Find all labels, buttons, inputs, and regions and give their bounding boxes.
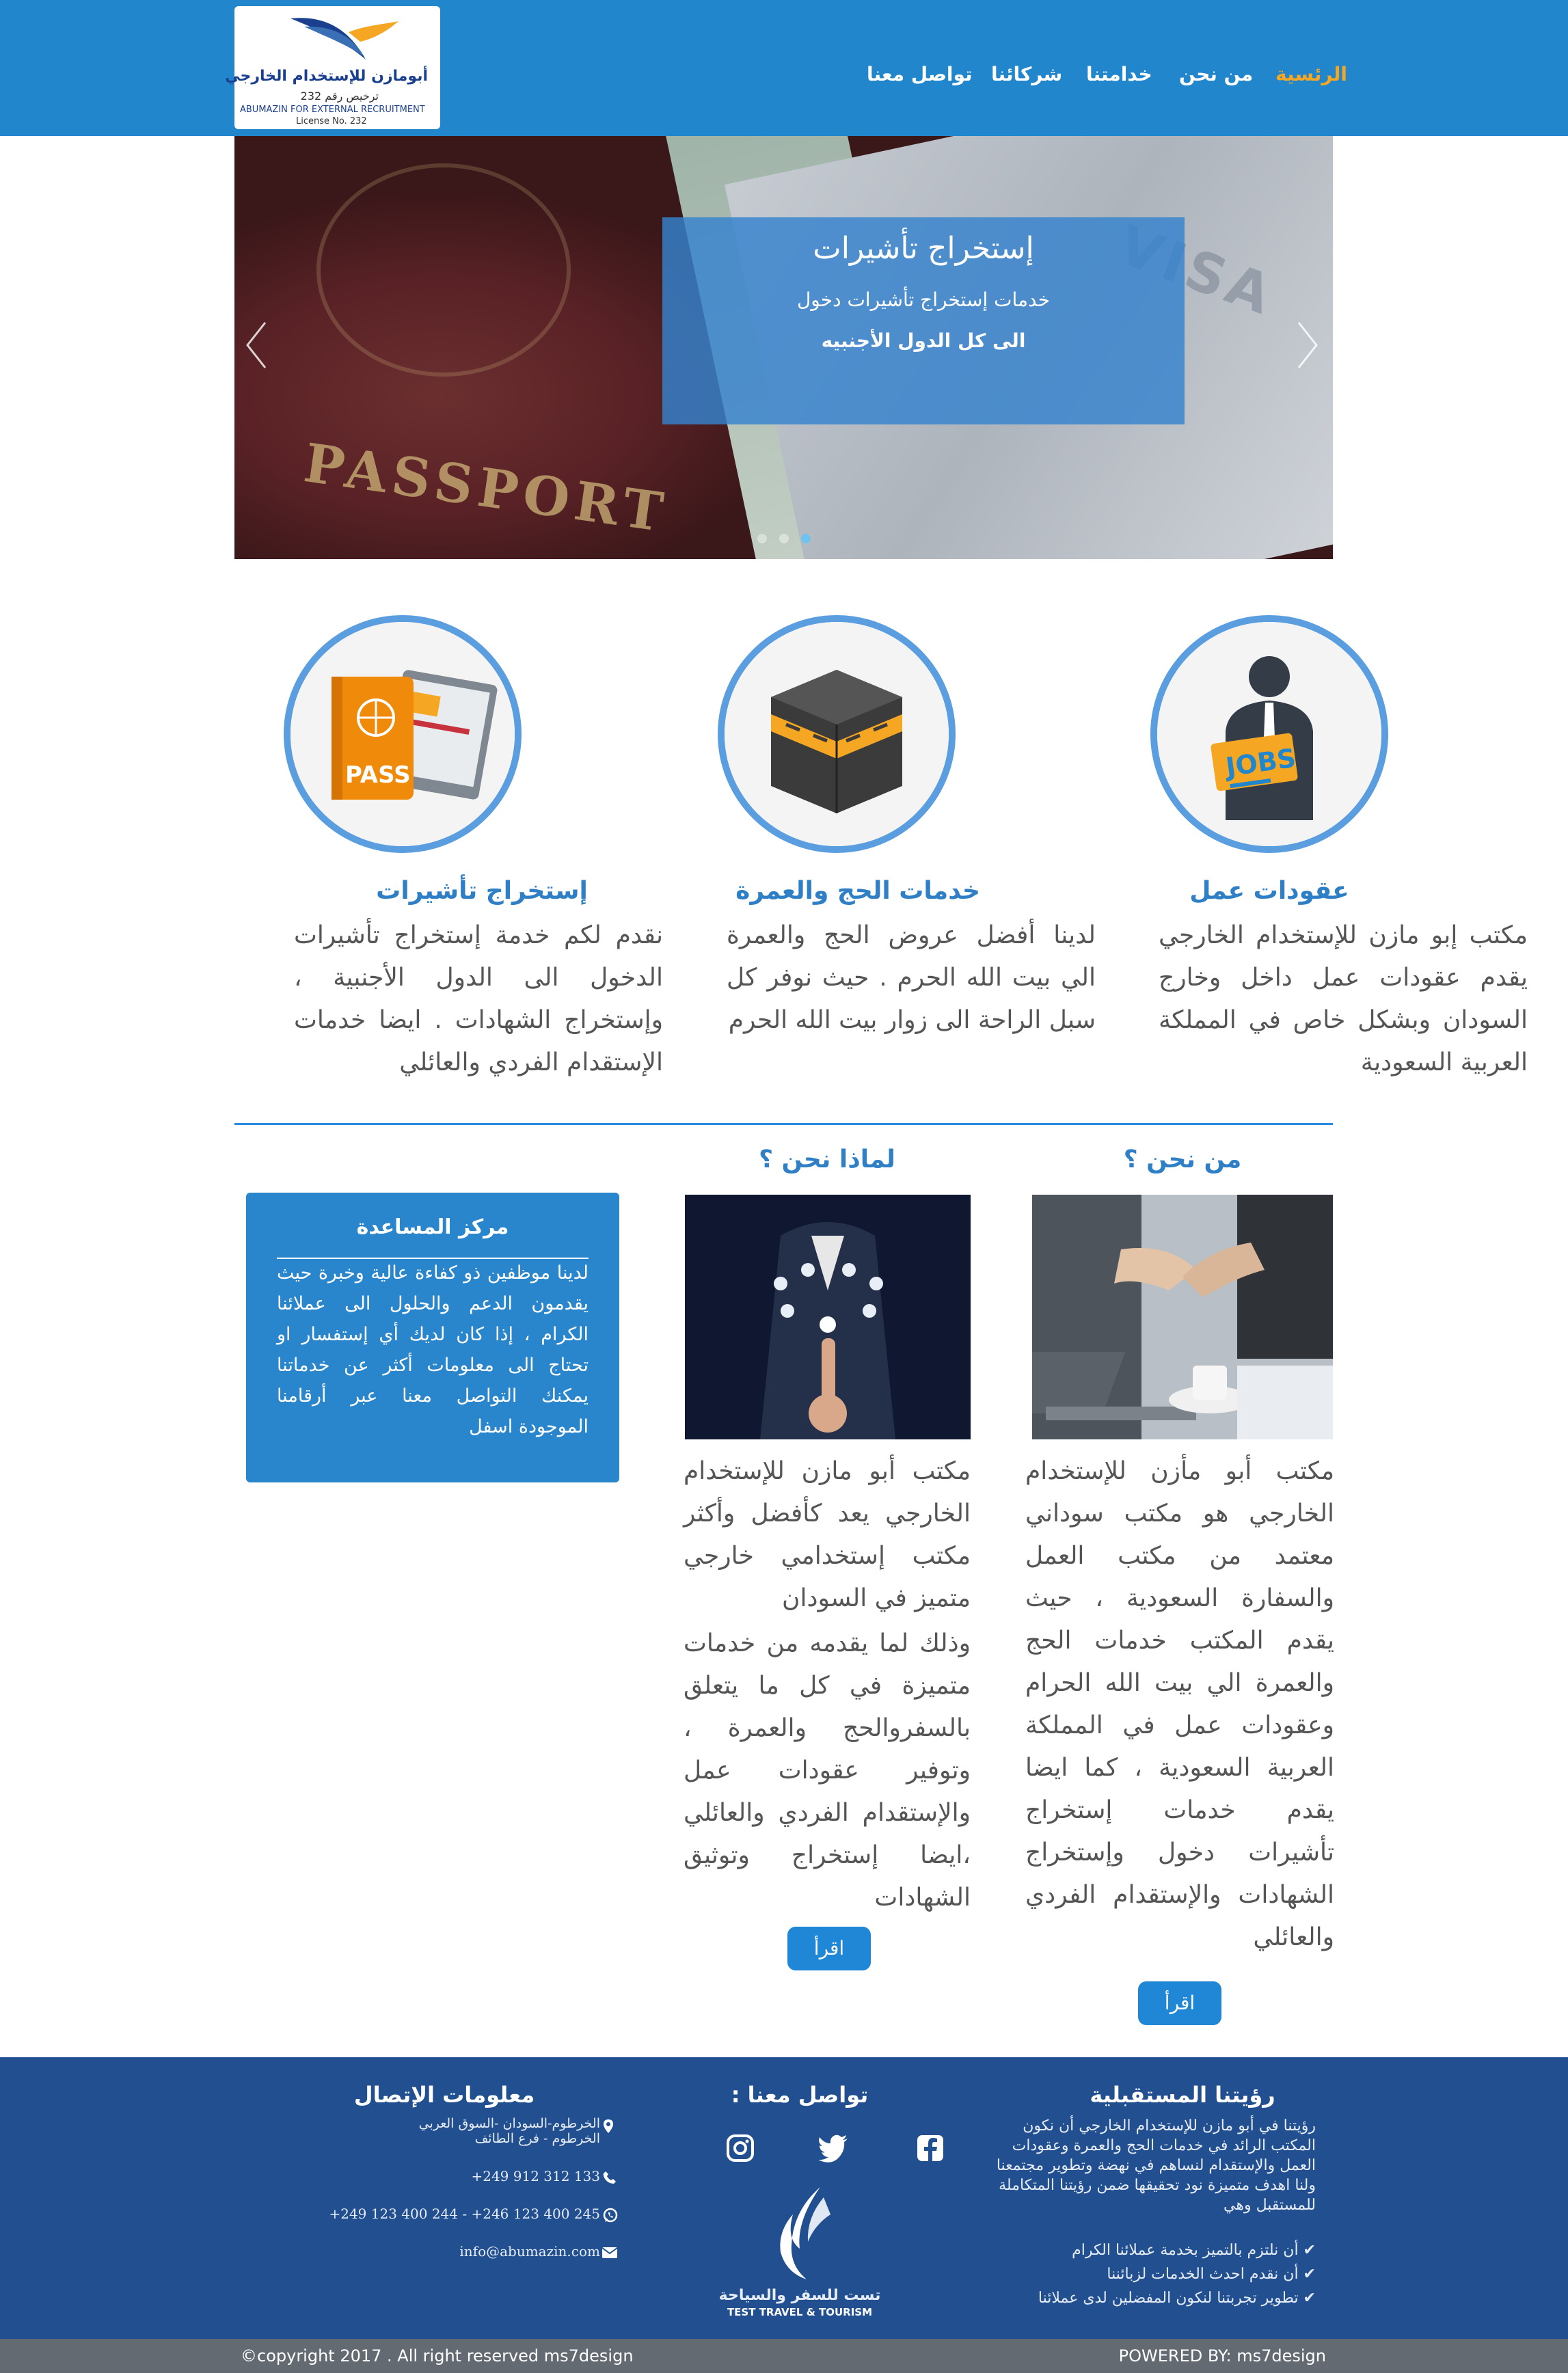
footer-vision-line: رؤيتنا في أبو مازن للإستخدام الخارجي أن … [1023, 2117, 1316, 2134]
service-hajj-text: لدينا أفضل عروض الحج والعمرة الي بيت الل… [727, 921, 1096, 1034]
copyright-text: ©copyright 2017 . All right reserved ms7… [241, 2346, 634, 2365]
logo-license-ar: ترخيص رقم 232 [300, 90, 379, 103]
help-center-text: لدينا موظفين ذو كفاءة عالية وخبرة حيث يق… [277, 1262, 589, 1437]
slider-caption-title: إستخراج تأشيرات [813, 231, 1034, 266]
service-jobs-circle[interactable]: JOBS [1150, 615, 1388, 853]
footer-vision-line: العمل والإستقدام لنساهم في نهضة وتطوير م… [996, 2157, 1316, 2174]
footer-whatsapp[interactable]: +249 123 400 244 - +246 123 400 245 [273, 2206, 600, 2222]
nav-services[interactable]: خدامتنا [1086, 63, 1152, 85]
about-text: مكتب أبو مأزن للإستخدام الخارجي هو مكتب … [1025, 1457, 1334, 1951]
check-icon: ✔ [1298, 2266, 1316, 2283]
footer-vision-line: للمستقبل وهي [1224, 2197, 1316, 2214]
slider-caption-line1: خدمات إستخراج تأشيرات دخول [796, 288, 1051, 311]
section-divider [234, 1123, 1333, 1125]
about-image [1032, 1195, 1333, 1439]
check-icon: ✔ [1298, 2290, 1316, 2307]
logo-license-en: License No. 232 [296, 116, 367, 126]
service-visa-circle[interactable]: PASS [284, 615, 522, 853]
logo-name-en: ABUMAZIN FOR EXTERNAL RECRUITMENT [240, 105, 425, 115]
footer-contact-title: معلومات الإتصال [353, 2082, 535, 2108]
slider-next-arrow-icon[interactable] [1297, 321, 1318, 369]
facebook-icon[interactable] [916, 2134, 945, 2162]
why-image [685, 1195, 971, 1439]
logo-bird-icon [290, 18, 398, 59]
footer-vision-line: المكتب الرائد في خدمات الحج والعمرة وعقو… [1012, 2137, 1316, 2154]
address-line-1: الخرطوم-السودان -السوق العربي [418, 2116, 600, 2131]
footer-social-title: تواصل معنا : [731, 2082, 869, 2108]
footer-vision-title: رؤيتنا المستقبلية [1090, 2082, 1275, 2108]
partner-name-ar: تست للسفر والسياحة [718, 2287, 881, 2304]
handshake-icon [1032, 1195, 1333, 1439]
partner-logo-icon [780, 2187, 830, 2279]
bottom-bar [0, 2339, 1568, 2373]
slider-dot-1[interactable] [757, 534, 767, 543]
slider-passport-text: PASSPORT [300, 432, 673, 545]
svg-text:PASS: PASS [345, 761, 411, 789]
business-network-icon [685, 1195, 971, 1439]
service-jobs-title: عقودات عمل [1189, 877, 1349, 905]
slider-prev-arrow-icon[interactable] [246, 321, 267, 369]
service-hajj-title: خدمات الحج والعمرة [735, 877, 980, 905]
instagram-icon[interactable] [726, 2134, 755, 2162]
phone-icon [603, 2171, 616, 2184]
slider-dot-3[interactable] [801, 534, 811, 543]
kaaba-icon [725, 622, 949, 846]
nav-about[interactable]: من نحن [1179, 63, 1253, 85]
nav-partners[interactable]: شركائنا [991, 63, 1062, 85]
footer-phone[interactable]: +249 912 312 133 [328, 2168, 600, 2184]
email-icon [601, 2247, 618, 2258]
about-read-more-button[interactable]: اقرأ المزيد [1138, 1981, 1221, 2058]
help-center-title: مركز المساعدة [356, 1215, 509, 1239]
footer-email[interactable]: info@abumazin.com [328, 2243, 600, 2260]
whatsapp-icon [603, 2208, 618, 2223]
why-read-more-button[interactable]: اقرأ المزيد [787, 1927, 871, 2003]
logo-name-ar: أبومازن للإستخدام الخارجي [225, 68, 428, 85]
twitter-icon[interactable] [817, 2134, 849, 2162]
footer-vision-bullets: ✔ أن نلتزم بالتميز بخدمة عملائنا الكرام … [977, 2240, 1316, 2308]
service-jobs-text: مكتب إبو مازن للإستخدام الخارجي يقدم عقو… [1159, 921, 1528, 1076]
why-title: لماذا نحن ؟ [759, 1145, 895, 1174]
footer-vision-bullet: ✔ أن نلتزم بالتميز بخدمة عملائنا الكرام [1072, 2242, 1316, 2259]
passport-emblem [316, 163, 571, 377]
partner-name-en: TEST TRAVEL & TOURISM [727, 2306, 873, 2318]
footer-vision-text: رؤيتنا في أبو مازن للإستخدام الخارجي أن … [977, 2116, 1316, 2215]
check-icon: ✔ [1298, 2242, 1316, 2259]
powered-by-text[interactable]: POWERED BY: ms7design [1119, 2346, 1326, 2365]
slider-caption-line2: الى كل الدول الأجنبيه [821, 329, 1026, 352]
footer-address: الخرطوم-السودان -السوق العربي الخرطوم - … [328, 2116, 600, 2146]
footer-vision-bullet: ✔ أن نقدم احدث الخدمات لزبائننا [1107, 2266, 1316, 2283]
jobs-icon: JOBS [1157, 622, 1381, 846]
passport-icon: PASS [290, 622, 515, 846]
nav-contact[interactable]: تواصل معنا [867, 63, 973, 85]
footer-vision-bullet: ✔ تطوير تجربتنا لنكون المفضلين لدى عملائ… [1038, 2290, 1316, 2307]
nav-home[interactable]: الرئسية [1275, 63, 1347, 85]
why-text-1: مكتب أبو مازن للإستخدام الخارجي يعد كأفض… [684, 1457, 971, 1612]
service-visa-title: إستخراج تأشيرات [376, 877, 588, 905]
why-text-2: وذلك لما يقدمه من خدمات متميزة في كل ما … [684, 1629, 971, 1912]
slider-dot-2[interactable] [779, 534, 789, 543]
location-icon [604, 2119, 613, 2133]
footer-vision-line: ولنا اهدف متميزة نود تحقيقها ضمن رؤيتنا … [999, 2177, 1316, 2194]
address-line-2: الخرطوم - فرع الطائف [474, 2131, 600, 2146]
site-logo[interactable]: أبومازن للإستخدام الخارجي ترخيص رقم 232 … [225, 6, 440, 129]
service-hajj-circle[interactable] [718, 615, 956, 853]
about-title: من نحن ؟ [1123, 1145, 1242, 1174]
service-visa-text: نقدم لكم خدمة إستخراج تأشيرات الدخول الى… [294, 921, 663, 1076]
